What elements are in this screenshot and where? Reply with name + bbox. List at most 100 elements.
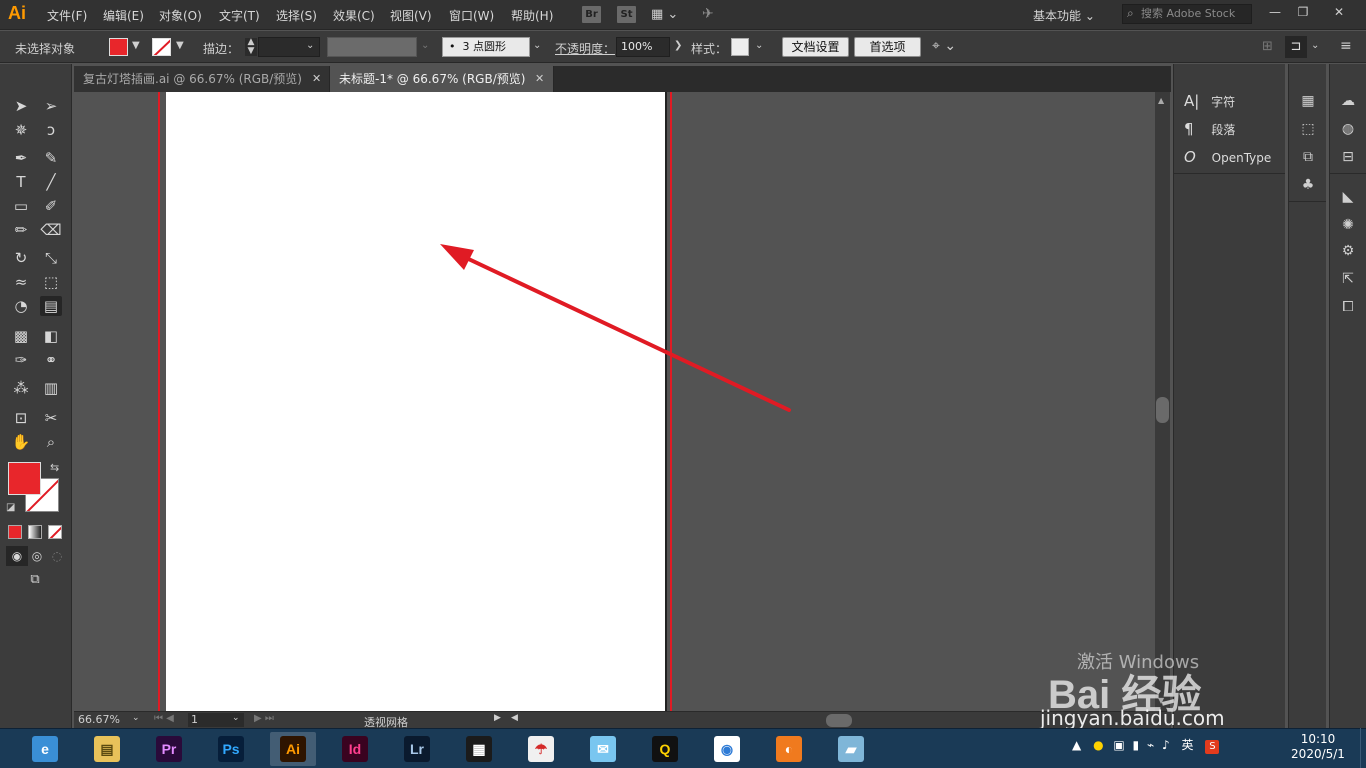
swap-colors-icon[interactable]: ⇆: [50, 461, 59, 474]
chevron-down-icon[interactable]: ⌄: [132, 713, 140, 723]
ime-indicator[interactable]: 英: [1182, 738, 1194, 752]
network-icon[interactable]: ▣: [1113, 738, 1124, 752]
column-graph-tool-icon[interactable]: ▥: [40, 378, 62, 398]
chevron-down-icon[interactable]: ⌄: [421, 40, 429, 51]
panel-menu-icon[interactable]: ⊐: [1285, 36, 1307, 58]
screen-mode-icon[interactable]: ⧉: [24, 570, 46, 590]
type-tool-icon[interactable]: T: [10, 172, 32, 192]
menu-object[interactable]: 对象(O): [159, 7, 202, 24]
draw-normal-icon[interactable]: ◉: [6, 546, 28, 566]
curvature-tool-icon[interactable]: ✎: [40, 148, 62, 168]
lasso-tool-icon[interactable]: ↄ: [40, 120, 62, 140]
blend-tool-icon[interactable]: ⚭: [40, 350, 62, 370]
arrange-documents-icon[interactable]: ▦ ⌄: [651, 7, 678, 22]
chevron-down-icon[interactable]: ⌄: [1311, 40, 1319, 51]
system-clock[interactable]: 10:10 2020/5/1: [1290, 732, 1346, 762]
eraser-tool-icon[interactable]: ⌫: [40, 220, 62, 240]
scroll-thumb[interactable]: [1156, 397, 1169, 423]
taskbar-app-file-explorer[interactable]: ▤: [84, 732, 130, 766]
first-artboard-icon[interactable]: ⏮ ◀: [154, 713, 174, 724]
status-menu-icon[interactable]: ▶: [494, 713, 501, 723]
symbol-sprayer-tool-icon[interactable]: ⁂: [10, 378, 32, 398]
chevron-down-icon[interactable]: ⌄: [232, 713, 240, 723]
quick-actions-icon[interactable]: ⌖ ⌄: [932, 38, 956, 54]
panel-paragraph[interactable]: ¶ 段落: [1184, 120, 1235, 138]
default-colors-icon[interactable]: ◪: [6, 502, 15, 513]
gradient-mode-icon[interactable]: [28, 525, 42, 539]
canvas-area[interactable]: [74, 92, 1155, 711]
preferences-button[interactable]: 首选项: [854, 37, 921, 57]
stroke-weight-stepper[interactable]: ▲ ▼: [245, 38, 257, 56]
chevron-down-icon[interactable]: ▼: [132, 40, 140, 51]
scroll-up-icon[interactable]: ▲: [1158, 96, 1164, 105]
color-icon[interactable]: ◍: [1338, 120, 1358, 138]
tray-expand-icon[interactable]: ▲: [1072, 738, 1081, 752]
variable-width-profile[interactable]: [327, 37, 417, 57]
document-setup-button[interactable]: 文档设置: [782, 37, 849, 57]
transform-icon[interactable]: ⬚: [1298, 120, 1318, 138]
artboard-tool-icon[interactable]: ⊡: [10, 408, 32, 428]
chevron-down-icon[interactable]: ▼: [176, 40, 184, 51]
perspective-grid-tool-icon[interactable]: ▤: [40, 296, 62, 316]
bridge-button[interactable]: Br: [582, 6, 601, 23]
scroll-left-icon[interactable]: ◀: [511, 713, 518, 723]
taskbar-app-chrome[interactable]: ◉: [704, 732, 750, 766]
opacity-label[interactable]: 不透明度：: [555, 40, 615, 57]
graphic-style-swatch[interactable]: [731, 38, 749, 56]
menu-help[interactable]: 帮助(H): [511, 7, 553, 24]
layers-icon[interactable]: ⧠: [1338, 298, 1358, 316]
fill-color-box[interactable]: [8, 462, 41, 495]
export-icon[interactable]: ⇱: [1338, 270, 1358, 288]
chevron-down-icon[interactable]: ⌄: [755, 40, 763, 51]
menu-type[interactable]: 文字(T): [219, 7, 260, 24]
mesh-tool-icon[interactable]: ▩: [10, 326, 32, 346]
slice-tool-icon[interactable]: ✂: [40, 408, 62, 428]
hand-tool-icon[interactable]: ✋: [10, 432, 32, 452]
direct-selection-tool-icon[interactable]: ➢: [40, 96, 62, 116]
battery-icon[interactable]: ▮: [1133, 738, 1140, 752]
opacity-field[interactable]: 100%: [616, 37, 670, 57]
restore-button[interactable]: ❐: [1288, 3, 1318, 21]
scale-tool-icon[interactable]: ⤡: [40, 248, 62, 268]
free-transform-tool-icon[interactable]: ⬚: [40, 272, 62, 292]
gpu-performance-icon[interactable]: ✈: [702, 6, 714, 22]
search-input[interactable]: 搜索 Adobe Stock: [1122, 4, 1252, 24]
shaper-tool-icon[interactable]: ✐: [40, 196, 62, 216]
menu-window[interactable]: 窗口(W): [449, 7, 494, 24]
hamburger-menu-icon[interactable]: ≡: [1340, 38, 1352, 54]
chevron-down-icon[interactable]: ⌄: [533, 40, 541, 51]
shape-builder-tool-icon[interactable]: ◔: [10, 296, 32, 316]
stock-button[interactable]: St: [617, 6, 636, 23]
pen-tool-icon[interactable]: ✒: [10, 148, 32, 168]
vertical-scrollbar[interactable]: ▲ ▼: [1155, 92, 1170, 711]
color-guide-icon[interactable]: ⊟: [1338, 148, 1358, 166]
taskbar-app-indesign[interactable]: Id: [332, 732, 378, 766]
color-mode-icon[interactable]: [8, 525, 22, 539]
fill-swatch[interactable]: [109, 38, 128, 56]
pathfinder-icon[interactable]: ⧉: [1298, 148, 1318, 166]
zoom-tool-icon[interactable]: ⌕: [40, 432, 62, 452]
workspace-switcher[interactable]: 基本功能 ⌄: [1033, 7, 1095, 24]
rotate-tool-icon[interactable]: ↻: [10, 248, 32, 268]
taskbar-app-lightroom[interactable]: Lr: [394, 732, 440, 766]
tab-document-2[interactable]: 未标题-1* @ 66.67% (RGB/预览): [330, 66, 554, 92]
taskbar-app-premiere[interactable]: Pr: [146, 732, 192, 766]
gradient-tool-icon[interactable]: ◧: [40, 326, 62, 346]
taskbar-app-illustrator[interactable]: Ai: [270, 732, 316, 766]
taskbar-app-qq[interactable]: Q: [642, 732, 688, 766]
qq-tray-icon[interactable]: ●: [1093, 738, 1103, 752]
appearance-icon[interactable]: ⚙: [1338, 242, 1358, 260]
magic-wand-tool-icon[interactable]: ✵: [10, 120, 32, 140]
rectangle-tool-icon[interactable]: ▭: [10, 196, 32, 216]
line-tool-icon[interactable]: ╱: [40, 172, 62, 192]
close-tab-icon[interactable]: ✕: [535, 66, 544, 92]
selection-tool-icon[interactable]: ➤: [10, 96, 32, 116]
creative-cloud-libraries-icon[interactable]: ☁: [1338, 92, 1358, 110]
menu-effect[interactable]: 效果(C): [333, 7, 375, 24]
sogou-ime-icon[interactable]: S: [1205, 740, 1220, 754]
symbols-icon[interactable]: ♣: [1298, 176, 1318, 194]
none-mode-icon[interactable]: [48, 525, 62, 539]
volume-icon[interactable]: ♪: [1162, 738, 1170, 752]
horizontal-scroll-thumb[interactable]: [826, 714, 852, 727]
menu-select[interactable]: 选择(S): [276, 7, 317, 24]
